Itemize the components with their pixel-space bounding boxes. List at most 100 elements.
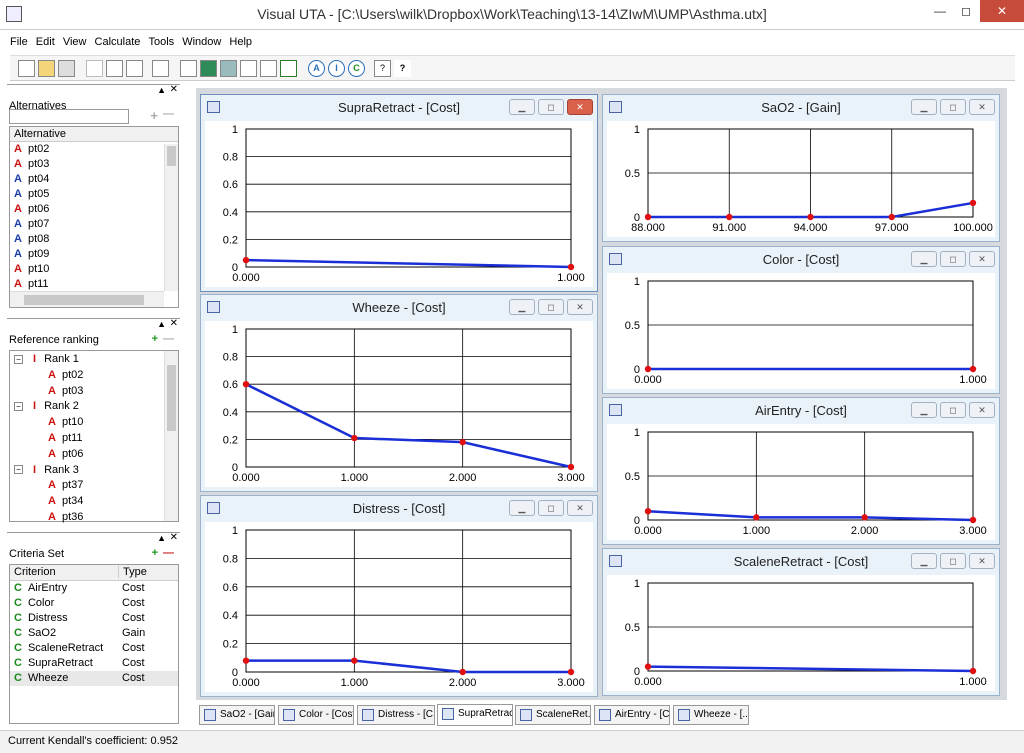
maximize-button[interactable]: ◻: [538, 299, 564, 315]
window-tab[interactable]: SaO2 - [Gain]: [199, 705, 275, 725]
close-button[interactable]: ✕: [969, 553, 995, 569]
help-icon[interactable]: ?: [374, 60, 391, 77]
alternatives-list[interactable]: Alternative Apt02 Apt03 Apt04 Apt05 Apt06 Apt…: [9, 126, 179, 308]
close-button[interactable]: ✕: [969, 99, 995, 115]
collapse-icon[interactable]: −: [14, 465, 23, 475]
close-icon[interactable]: ✕: [170, 84, 178, 95]
rank-node[interactable]: − I Rank 3: [14, 463, 178, 479]
rank-node[interactable]: − I Rank 1: [14, 352, 178, 368]
alternative-item[interactable]: Apt06: [10, 202, 178, 217]
maximize-button[interactable]: ◻: [951, 0, 981, 22]
report-icon[interactable]: [260, 60, 277, 77]
alternative-item[interactable]: Apt10: [10, 262, 178, 277]
remove-rank-button[interactable]: —: [163, 333, 174, 345]
menu-tools[interactable]: Tools: [148, 32, 179, 52]
window-tab[interactable]: SupraRetrac...: [437, 704, 513, 726]
ranked-alternative[interactable]: Apt34: [14, 494, 178, 510]
chart-window[interactable]: AirEntry - [Cost] ▁ ◻ ✕ 0 0.5 1 0.000 1.000 2…: [602, 397, 1000, 545]
minimize-button[interactable]: ▁: [911, 553, 937, 569]
alternatives-filter-input[interactable]: [9, 109, 129, 124]
chart-window[interactable]: Distress - [Cost] ▁ ◻ ✕ 0 0.2 0.4 0.6 0.8 1 0.…: [200, 495, 598, 697]
close-button[interactable]: ✕: [980, 0, 1024, 22]
alternative-item[interactable]: Apt03: [10, 157, 178, 172]
menu-edit[interactable]: Edit: [36, 32, 60, 52]
alternative-item[interactable]: Apt09: [10, 247, 178, 262]
minimize-button[interactable]: ▁: [509, 99, 535, 115]
maximize-button[interactable]: ◻: [940, 402, 966, 418]
chart-window-titlebar[interactable]: Color - [Cost] ▁ ◻ ✕: [603, 247, 999, 271]
print-icon[interactable]: [152, 60, 169, 77]
chart-window[interactable]: SaO2 - [Gain] ▁ ◻ ✕ 0 0.5 1 88.000 91.000 94.…: [602, 94, 1000, 242]
ranked-alternative[interactable]: Apt10: [14, 415, 178, 431]
criteria-icon[interactable]: C: [348, 60, 365, 77]
criterion-row[interactable]: C AirEntry Cost: [10, 581, 178, 596]
pin-icon[interactable]: ▲: [157, 85, 166, 95]
alternative-item[interactable]: Apt02: [10, 142, 178, 157]
calculator-icon[interactable]: [180, 60, 197, 77]
close-button[interactable]: ✕: [969, 402, 995, 418]
alternatives-icon[interactable]: A: [308, 60, 325, 77]
chart-window[interactable]: Wheeze - [Cost] ▁ ◻ ✕ 0 0.2 0.4 0.6 0.8 1 0.00…: [200, 294, 598, 492]
alternative-item[interactable]: Apt11: [10, 277, 178, 292]
ranked-alternative[interactable]: Apt11: [14, 431, 178, 447]
chart-window-titlebar[interactable]: SupraRetract - [Cost] ▁ ◻ ✕: [201, 95, 597, 119]
alternative-item[interactable]: Apt04: [10, 172, 178, 187]
criterion-row[interactable]: C ScaleneRetract Cost: [10, 641, 178, 656]
close-button[interactable]: ✕: [567, 500, 593, 516]
cut-icon[interactable]: [86, 60, 103, 77]
minimize-button[interactable]: ▁: [911, 402, 937, 418]
new-icon[interactable]: [18, 60, 35, 77]
alternative-column-header[interactable]: Alternative: [10, 127, 178, 142]
chart-window-titlebar[interactable]: Distress - [Cost] ▁ ◻ ✕: [201, 496, 597, 520]
ranked-alternative[interactable]: Apt02: [14, 368, 178, 384]
close-icon[interactable]: ✕: [170, 318, 178, 329]
chart-window-titlebar[interactable]: SaO2 - [Gain] ▁ ◻ ✕: [603, 95, 999, 119]
minimize-button[interactable]: ▁: [911, 251, 937, 267]
chart-window-titlebar[interactable]: ScaleneRetract - [Cost] ▁ ◻ ✕: [603, 549, 999, 573]
chart-window[interactable]: SupraRetract - [Cost] ▁ ◻ ✕ 0 0.2 0.4 0.6 0.…: [200, 94, 598, 292]
open-icon[interactable]: [38, 60, 55, 77]
menu-file[interactable]: File: [10, 32, 33, 52]
close-button[interactable]: ✕: [969, 251, 995, 267]
menu-window[interactable]: Window: [182, 32, 226, 52]
maximize-button[interactable]: ◻: [940, 99, 966, 115]
maximize-button[interactable]: ◻: [940, 553, 966, 569]
context-help-icon[interactable]: ?: [394, 60, 411, 77]
close-button[interactable]: ✕: [567, 299, 593, 315]
ranking-tree[interactable]: − I Rank 1 Apt02 Apt03− I Rank 2 Apt10 Apt11 Apt0…: [9, 350, 179, 523]
ranked-alternative[interactable]: Apt03: [14, 384, 178, 400]
criterion-column-header[interactable]: Criterion: [14, 566, 56, 578]
maximize-button[interactable]: ◻: [538, 99, 564, 115]
maximize-button[interactable]: ◻: [940, 251, 966, 267]
horizontal-scrollbar[interactable]: [10, 291, 164, 307]
add-alternative-button[interactable]: +: [150, 108, 158, 123]
criterion-row[interactable]: C Color Cost: [10, 596, 178, 611]
copy-icon[interactable]: [106, 60, 123, 77]
info-icon[interactable]: I: [328, 60, 345, 77]
chart-icon[interactable]: [240, 60, 257, 77]
criterion-row[interactable]: C SaO2 Gain: [10, 626, 178, 641]
window-tab[interactable]: Color - [Cost]: [278, 705, 354, 725]
minimize-button[interactable]: ▁: [911, 99, 937, 115]
collapse-icon[interactable]: −: [14, 354, 23, 364]
add-rank-button[interactable]: +: [152, 333, 158, 345]
chart-window-titlebar[interactable]: Wheeze - [Cost] ▁ ◻ ✕: [201, 295, 597, 319]
ranked-alternative[interactable]: Apt06: [14, 447, 178, 463]
criteria-table[interactable]: Criterion Type C AirEntry Cost C Color Cost C D…: [9, 564, 179, 724]
table-icon[interactable]: [220, 60, 237, 77]
window-tab[interactable]: Wheeze - [...: [673, 705, 749, 725]
maximize-button[interactable]: ◻: [538, 500, 564, 516]
criterion-row[interactable]: C Wheeze Cost: [10, 671, 178, 686]
vertical-scrollbar[interactable]: [164, 144, 178, 291]
remove-criterion-button[interactable]: —: [163, 547, 174, 559]
remove-alternative-button[interactable]: —: [163, 108, 174, 120]
add-criterion-button[interactable]: +: [152, 547, 158, 559]
menu-help[interactable]: Help: [229, 32, 257, 52]
chart-window[interactable]: ScaleneRetract - [Cost] ▁ ◻ ✕ 0 0.5 1 0.000…: [602, 548, 1000, 696]
alternative-item[interactable]: Apt07: [10, 217, 178, 232]
bar-chart-icon[interactable]: [280, 60, 297, 77]
chart-window[interactable]: Color - [Cost] ▁ ◻ ✕ 0 0.5 1 0.000 1.000: [602, 246, 1000, 394]
criterion-row[interactable]: C SupraRetract Cost: [10, 656, 178, 671]
window-tab[interactable]: ScaleneRet...: [515, 705, 591, 725]
grid-icon[interactable]: [200, 60, 217, 77]
